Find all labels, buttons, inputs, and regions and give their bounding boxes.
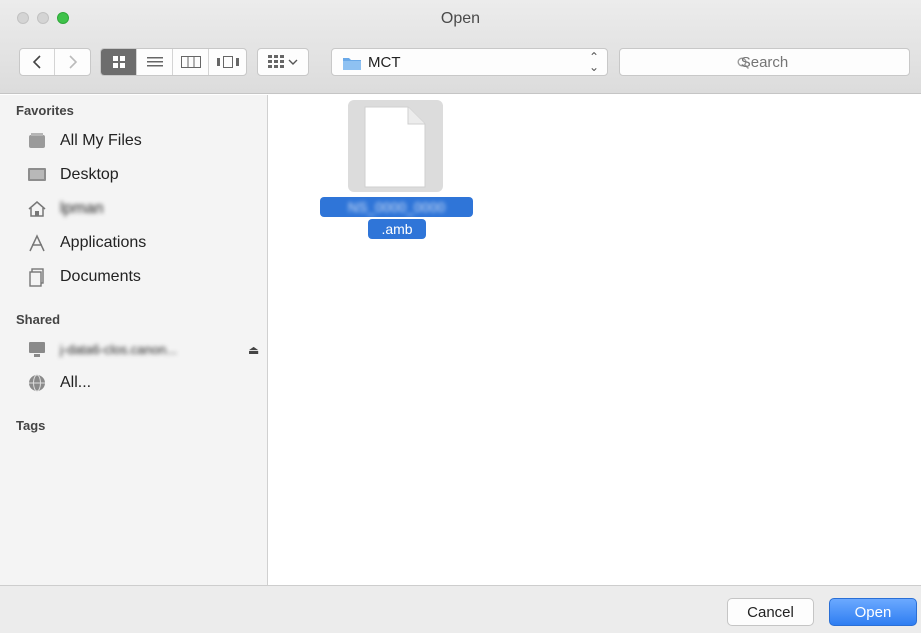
search-field[interactable]	[619, 48, 910, 76]
document-file-icon	[364, 106, 426, 188]
sidebar-item-label: Applications	[60, 234, 147, 251]
grid-icon	[112, 56, 125, 68]
search-input[interactable]	[620, 49, 909, 75]
sidebar-item-documents[interactable]: Documents	[26, 264, 262, 290]
sidebar-item-label: All...	[60, 374, 92, 391]
open-button[interactable]: Open	[829, 598, 917, 626]
shared-header: Shared	[16, 312, 61, 327]
sidebar-item-applications[interactable]: Applications	[26, 230, 262, 256]
arrange-menu-button[interactable]	[257, 48, 309, 76]
sidebar-item-desktop[interactable]: Desktop	[26, 162, 262, 188]
chevron-down-icon	[288, 59, 298, 65]
computer-icon	[26, 338, 48, 360]
documents-icon	[26, 266, 48, 288]
chevron-left-icon	[32, 55, 41, 69]
title-toolbar: Open MCT ⌃ ⌄ Search	[0, 0, 921, 94]
home-icon	[26, 198, 48, 220]
columns-icon	[180, 56, 201, 68]
cover-flow-icon	[216, 56, 239, 68]
file-browser: NS_0000_0000 .amb	[270, 95, 921, 585]
tags-header: Tags	[16, 418, 46, 433]
sidebar-item-all-my-files[interactable]: All My Files	[26, 128, 262, 154]
eject-icon[interactable]: ⏏	[248, 343, 259, 357]
sidebar-item-label: lpman	[60, 200, 104, 217]
back-button[interactable]	[20, 49, 56, 75]
sidebar-item-label: All My Files	[60, 132, 142, 149]
favorites-header: Favorites	[16, 103, 74, 118]
file-name-line-1[interactable]: NS_0000_0000	[320, 197, 473, 217]
column-view-button[interactable]	[173, 49, 209, 75]
sidebar-item-all-shared[interactable]: All...	[26, 370, 262, 396]
all-my-files-icon	[26, 130, 48, 152]
file-name-line-2[interactable]: .amb	[368, 219, 426, 239]
sidebar-item-shared-computer[interactable]: j-data6-clos.canon...	[26, 336, 262, 362]
arrange-grid-icon	[268, 55, 284, 68]
forward-button[interactable]	[55, 49, 90, 75]
view-mode-control	[100, 48, 247, 76]
file-item[interactable]	[348, 100, 443, 192]
sidebar-item-label: Documents	[60, 268, 141, 285]
window-title: Open	[440, 10, 481, 27]
list-view-button[interactable]	[137, 49, 173, 75]
nav-buttons	[19, 48, 91, 76]
dialog-button-bar: Cancel Open	[0, 585, 921, 633]
icon-view-button[interactable]	[101, 49, 137, 75]
location-popup[interactable]: MCT ⌃ ⌄	[331, 48, 608, 76]
folder-icon	[343, 58, 361, 70]
network-globe-icon	[26, 372, 48, 394]
applications-icon	[26, 232, 48, 254]
sidebar-item-home[interactable]: lpman	[26, 196, 262, 222]
sidebar-item-label: Desktop	[60, 166, 119, 183]
desktop-icon	[26, 164, 48, 186]
updown-arrows-icon: ⌃ ⌄	[588, 50, 599, 74]
cancel-button[interactable]: Cancel	[727, 598, 814, 626]
list-icon	[146, 57, 163, 67]
location-label: MCT	[368, 54, 401, 71]
cover-flow-view-button[interactable]	[209, 49, 246, 75]
sidebar: Favorites All My Files Desktop lpman App…	[0, 95, 268, 585]
sidebar-item-label: j-data6-clos.canon...	[60, 341, 178, 357]
chevron-right-icon	[68, 55, 77, 69]
